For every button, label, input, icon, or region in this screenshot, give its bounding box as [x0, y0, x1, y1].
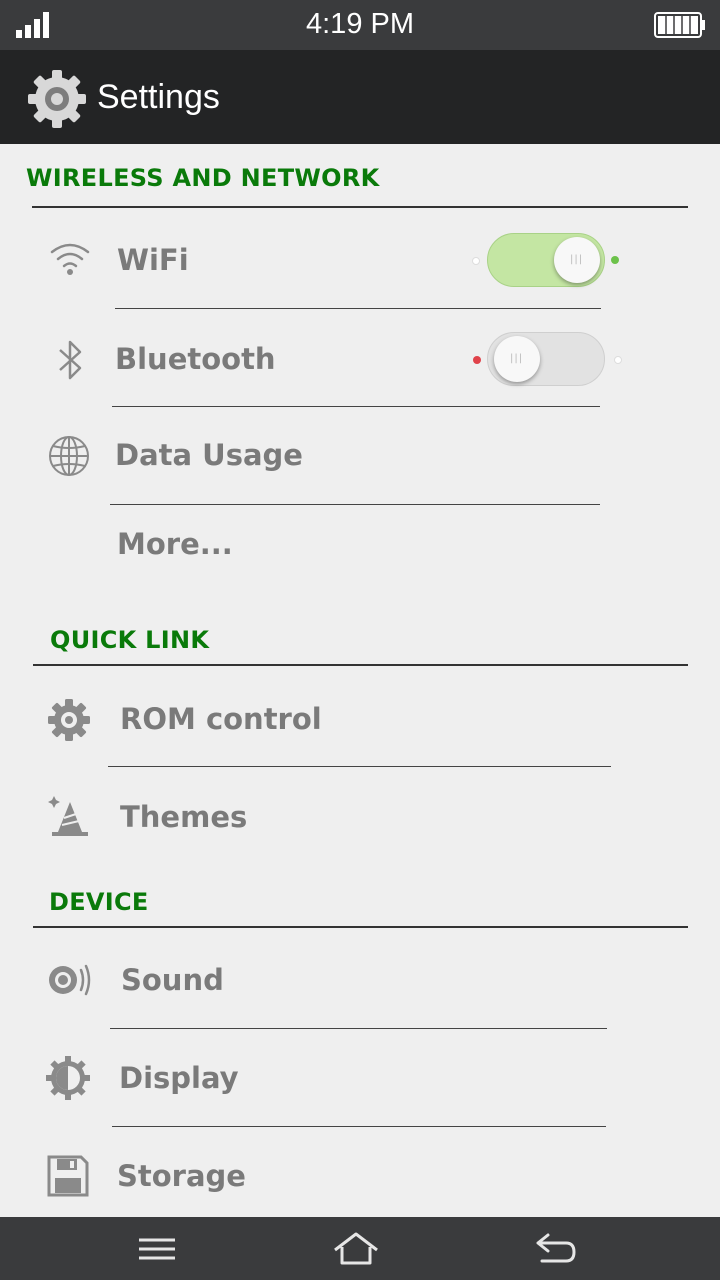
floppy-disk-icon [47, 1155, 89, 1197]
status-bar: 4:19 PM [0, 0, 720, 50]
row-divider [115, 308, 601, 309]
page-title: Settings [97, 78, 220, 116]
themes-icon [48, 796, 88, 836]
row-divider [110, 504, 600, 505]
gear-icon [48, 699, 90, 741]
toggle-knob: ||| [494, 336, 540, 382]
brightness-icon [46, 1056, 90, 1100]
wifi-icon [50, 243, 90, 275]
rom-control-label: ROM control [120, 702, 322, 736]
themes-label: Themes [120, 800, 248, 834]
sound-label: Sound [121, 963, 224, 997]
menu-icon[interactable] [133, 1231, 181, 1267]
row-divider [112, 1126, 606, 1127]
row-divider [108, 766, 611, 767]
bluetooth-toggle[interactable]: ||| [487, 332, 605, 386]
globe-icon [49, 436, 89, 476]
section-divider [33, 926, 688, 928]
home-icon[interactable] [332, 1231, 380, 1267]
bluetooth-icon [59, 340, 82, 380]
data-usage-label: Data Usage [115, 438, 303, 472]
display-label: Display [119, 1061, 239, 1095]
section-divider [32, 206, 688, 208]
status-time: 4:19 PM [306, 8, 414, 40]
speaker-icon [49, 964, 91, 996]
more-label: More... [117, 527, 233, 561]
section-header-quick-link: QUICK LINK [50, 626, 210, 654]
battery-icon [654, 12, 705, 38]
row-divider [110, 1028, 607, 1029]
back-icon[interactable] [532, 1231, 580, 1267]
storage-label: Storage [117, 1159, 246, 1193]
toggle-on-indicator [614, 356, 622, 364]
navigation-bar [0, 1217, 720, 1280]
bluetooth-label: Bluetooth [115, 342, 276, 376]
toggle-knob: ||| [554, 237, 600, 283]
toggle-off-indicator [472, 257, 480, 265]
action-bar: Settings [0, 50, 720, 144]
section-divider [33, 664, 688, 666]
section-header-device: DEVICE [49, 888, 149, 916]
toggle-off-indicator [473, 356, 481, 364]
section-header-wireless: WIRELESS AND NETWORK [26, 164, 380, 192]
row-divider [112, 406, 600, 407]
toggle-on-indicator [611, 256, 619, 264]
wifi-label: WiFi [117, 243, 189, 277]
gear-icon[interactable] [26, 68, 88, 130]
wifi-toggle[interactable]: ||| [487, 233, 605, 287]
